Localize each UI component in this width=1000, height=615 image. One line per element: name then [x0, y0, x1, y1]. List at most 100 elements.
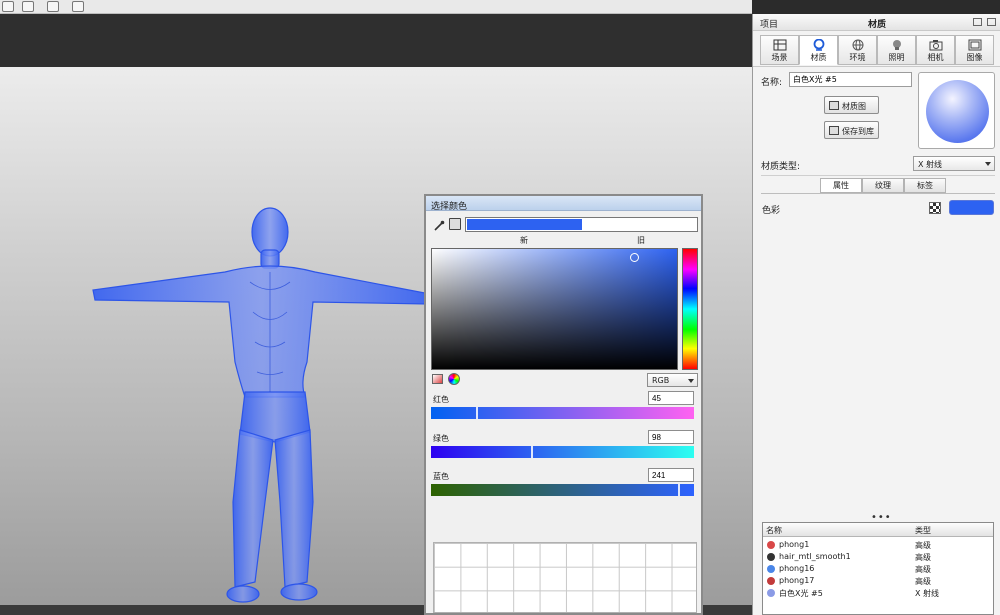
material-name-field[interactable] — [789, 72, 912, 87]
color-picker-dialog: 选择颜色 新 旧 RGB 红色 绿色 蓝色 — [424, 194, 703, 615]
subtab-labels[interactable]: 标签 — [904, 178, 946, 193]
dialog-titlebar[interactable]: 选择颜色 — [426, 196, 701, 212]
color-mode-dropdown[interactable]: RGB — [647, 373, 698, 387]
row-type: 高级 — [915, 553, 931, 562]
table-row[interactable]: 白色X光 #5 X 射线 — [763, 587, 993, 599]
custom-color-swatches[interactable] — [433, 542, 697, 613]
viewport-header — [0, 14, 752, 67]
row-name: phong16 — [779, 564, 815, 573]
table-row[interactable]: hair_mtl_smooth1 高级 — [763, 551, 993, 563]
saturation-value-area[interactable] — [431, 248, 678, 370]
tab-label: 照明 — [888, 53, 905, 62]
image-icon — [968, 39, 981, 51]
divider — [761, 175, 995, 176]
subtab-textures[interactable]: 纹理 — [862, 178, 904, 193]
screenshot-icon[interactable] — [72, 1, 84, 12]
tab-image[interactable]: 图像 — [955, 35, 994, 65]
blue-slider[interactable] — [431, 484, 694, 496]
tab-label: 材质 — [810, 53, 827, 62]
row-name: phong17 — [779, 576, 815, 585]
tab-camera[interactable]: 相机 — [916, 35, 955, 65]
slider-thumb[interactable] — [531, 446, 533, 458]
green-slider[interactable] — [431, 446, 694, 458]
subtab-properties[interactable]: 属性 — [820, 178, 862, 193]
panel-title: 材质 — [867, 20, 886, 30]
material-graph-button[interactable]: 材质图 — [824, 96, 879, 114]
gradient-mode-icon[interactable] — [432, 374, 443, 384]
color-compare-bar — [465, 217, 698, 232]
material-ball-icon — [767, 589, 775, 597]
material-type-value: X 射线 — [918, 160, 943, 169]
tab-label: 场景 — [771, 53, 788, 62]
tab-lighting[interactable]: 照明 — [877, 35, 916, 65]
panel-tabs: 场景 材质 环境 照明 相机 图像 — [760, 35, 994, 65]
material-library-table: 名称 类型 phong1 高级 hair_mtl_smooth1 高级 phon… — [762, 522, 994, 615]
render-icon[interactable] — [47, 1, 59, 12]
blue-value-field[interactable] — [648, 468, 694, 482]
transform-icon[interactable] — [22, 1, 34, 12]
row-type: 高级 — [915, 541, 931, 550]
save-to-library-button[interactable]: 保存到库 — [824, 121, 879, 139]
row-name: phong1 — [779, 540, 810, 549]
button-label: 保存到库 — [842, 127, 874, 136]
scene-icon — [773, 39, 786, 51]
graph-icon — [829, 101, 839, 110]
red-slider[interactable] — [431, 407, 694, 419]
hue-slider[interactable] — [682, 248, 698, 370]
divider — [753, 66, 1000, 67]
save-color-icon[interactable] — [449, 218, 461, 230]
column-header-name[interactable]: 名称 — [766, 525, 782, 536]
material-type-dropdown[interactable]: X 射线 — [913, 156, 995, 171]
color-mode-value: RGB — [652, 376, 670, 385]
globe-icon — [852, 39, 863, 51]
table-row[interactable]: phong16 高级 — [763, 563, 993, 575]
red-label: 红色 — [433, 395, 449, 404]
chevron-down-icon — [688, 379, 694, 383]
row-name: 白色X光 #5 — [779, 589, 823, 598]
camera-icon — [929, 40, 942, 51]
color-swatch[interactable] — [949, 200, 994, 215]
material-ball-icon — [767, 553, 775, 561]
tab-label: 图像 — [966, 53, 983, 62]
light-icon — [892, 40, 901, 50]
color-wheel-icon[interactable] — [448, 373, 460, 385]
material-icon — [813, 39, 824, 51]
dialog-title: 选择颜色 — [431, 202, 468, 212]
material-preview[interactable] — [918, 72, 995, 149]
table-row[interactable]: phong17 高级 — [763, 575, 993, 587]
table-row[interactable]: phong1 高级 — [763, 539, 993, 551]
divider — [761, 193, 995, 194]
material-ball-icon — [767, 565, 775, 573]
material-type-label: 材质类型: — [761, 162, 801, 172]
green-label: 绿色 — [433, 434, 449, 443]
color-property-label: 色彩 — [762, 206, 781, 216]
tab-scene[interactable]: 场景 — [760, 35, 799, 65]
panel-titlebar: 项目 材质 — [753, 14, 1000, 31]
chevron-down-icon — [985, 162, 991, 166]
eyedropper-icon[interactable] — [433, 220, 445, 232]
tab-material[interactable]: 材质 — [799, 35, 838, 65]
row-type: 高级 — [915, 577, 931, 586]
texture-toggle-icon[interactable] — [929, 202, 941, 214]
material-ball-icon — [767, 577, 775, 585]
name-label: 名称: — [761, 78, 783, 88]
save-icon — [829, 126, 839, 135]
top-toolbar — [0, 0, 752, 14]
close-icon[interactable] — [987, 18, 996, 26]
xray-human-model — [92, 207, 430, 603]
tab-environment[interactable]: 环境 — [838, 35, 877, 65]
new-color-preview — [467, 219, 582, 230]
slider-thumb[interactable] — [476, 407, 478, 419]
column-header-type[interactable]: 类型 — [915, 525, 931, 536]
material-ball-icon — [767, 541, 775, 549]
slider-thumb[interactable] — [678, 484, 680, 496]
color-picker-handle[interactable] — [630, 253, 639, 262]
undo-icon[interactable] — [2, 1, 14, 12]
red-value-field[interactable] — [648, 391, 694, 405]
green-value-field[interactable] — [648, 430, 694, 444]
new-color-label: 新 — [520, 236, 528, 245]
undock-icon[interactable] — [973, 18, 982, 26]
old-color-label: 旧 — [637, 236, 645, 245]
button-label: 材质图 — [842, 102, 866, 111]
preview-sphere — [926, 80, 989, 143]
